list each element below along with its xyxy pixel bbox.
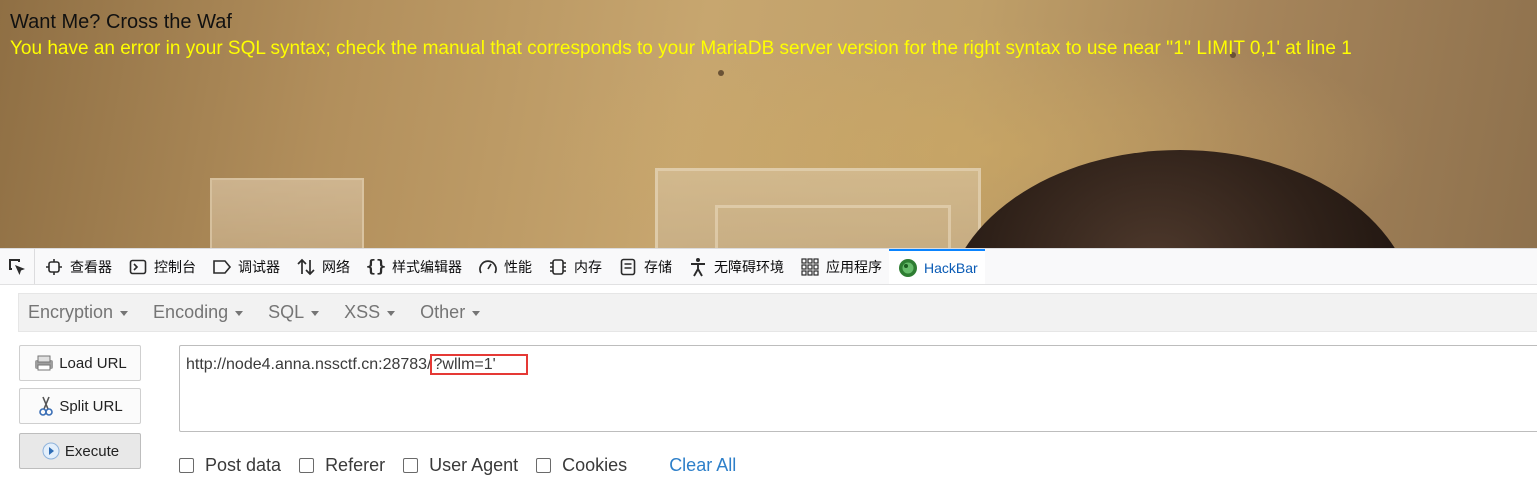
tab-debugger[interactable]: 调试器: [203, 249, 287, 284]
scissors-icon: [37, 395, 55, 417]
request-options: Post data Referer User Agent Cookies Cle…: [179, 455, 736, 476]
tab-storage[interactable]: 存储: [609, 249, 679, 284]
accessibility-icon: [688, 257, 708, 277]
menu-label: Other: [420, 302, 466, 322]
option-post-data[interactable]: Post data: [179, 455, 281, 476]
option-label: User Agent: [429, 455, 519, 475]
option-cookies[interactable]: Cookies: [536, 455, 627, 476]
play-icon: [41, 441, 61, 461]
devtools-toolbar: 查看器 控制台 调试器 网络 {} 样式编辑器 性能 内存 存储 无障碍环境 应…: [0, 248, 1537, 285]
style-editor-icon: {}: [365, 256, 387, 277]
tab-label: 内存: [574, 258, 602, 275]
tab-label: 存储: [644, 258, 672, 275]
execute-button[interactable]: Execute: [19, 433, 141, 469]
application-icon: [800, 257, 820, 277]
tab-console[interactable]: 控制台: [119, 249, 203, 284]
button-label: Execute: [64, 442, 120, 460]
element-picker-icon: [9, 258, 25, 275]
option-label: Cookies: [562, 455, 628, 475]
menu-label: XSS: [344, 302, 381, 322]
option-referer[interactable]: Referer: [299, 455, 385, 476]
tab-performance[interactable]: 性能: [469, 249, 539, 284]
cookies-checkbox[interactable]: [536, 458, 552, 473]
background-spot: [718, 70, 724, 76]
tab-label: 调试器: [238, 258, 280, 275]
url-query-highlighted: ?wllm=1': [429, 354, 528, 375]
tab-memory[interactable]: 内存: [539, 249, 609, 284]
tab-label: 控制台: [154, 258, 196, 275]
button-label: Load URL: [59, 354, 127, 372]
tab-style-editor[interactable]: {} 样式编辑器: [357, 249, 469, 284]
menu-encoding[interactable]: Encoding: [144, 302, 252, 323]
tab-label: HackBar: [924, 259, 978, 276]
page-viewport: Want Me? Cross the Waf You have an error…: [0, 0, 1537, 248]
inspector-icon: [44, 257, 64, 277]
caret-down-icon: [311, 311, 320, 316]
tab-label: 性能: [504, 258, 532, 275]
menu-label: Encoding: [153, 302, 229, 322]
hackbar-icon: [898, 258, 918, 278]
performance-icon: [478, 257, 498, 277]
tab-inspector[interactable]: 查看器: [35, 249, 119, 284]
tab-network[interactable]: 网络: [287, 249, 357, 284]
user-agent-checkbox[interactable]: [403, 458, 419, 473]
background-door-frame: [715, 205, 951, 248]
background-person-head: [945, 150, 1415, 248]
menu-xss[interactable]: XSS: [335, 302, 404, 323]
hackbar-menu-bar: Encryption Encoding SQL XSS Other: [18, 293, 1537, 332]
tab-hackbar[interactable]: HackBar: [889, 249, 985, 284]
page-title: Want Me? Cross the Waf: [10, 11, 232, 33]
referer-checkbox[interactable]: [299, 458, 315, 473]
tab-label: 应用程序: [826, 258, 882, 275]
option-user-agent[interactable]: User Agent: [403, 455, 518, 476]
hackbar-panel: Encryption Encoding SQL XSS Other Load U…: [0, 285, 1537, 486]
url-base: http://node4.anna.nssctf.cn:28783/: [186, 356, 432, 373]
menu-sql[interactable]: SQL: [259, 302, 328, 323]
menu-encryption[interactable]: Encryption: [19, 302, 137, 323]
menu-other[interactable]: Other: [411, 302, 489, 323]
storage-icon: [618, 257, 638, 277]
option-label: Post data: [205, 455, 282, 475]
memory-icon: [548, 257, 568, 277]
button-label: Split URL: [59, 397, 123, 415]
menu-label: SQL: [268, 302, 305, 322]
post-data-checkbox[interactable]: [179, 458, 194, 473]
menu-label: Encryption: [28, 302, 114, 322]
caret-down-icon: [387, 311, 396, 316]
console-icon: [128, 257, 148, 277]
caret-down-icon: [235, 311, 244, 316]
sql-error-message: You have an error in your SQL syntax; ch…: [10, 38, 1352, 59]
tab-application[interactable]: 应用程序: [791, 249, 889, 284]
url-value: http://node4.anna.nssctf.cn:28783/?wllm=…: [186, 354, 528, 375]
clear-all-link[interactable]: Clear All: [669, 455, 736, 476]
element-picker-button[interactable]: [0, 249, 35, 284]
tab-label: 样式编辑器: [392, 258, 462, 275]
tab-label: 查看器: [70, 258, 112, 275]
load-url-button[interactable]: Load URL: [19, 345, 141, 381]
tab-accessibility[interactable]: 无障碍环境: [679, 249, 791, 284]
network-icon: [296, 257, 316, 277]
caret-down-icon: [472, 311, 481, 316]
url-textarea[interactable]: http://node4.anna.nssctf.cn:28783/?wllm=…: [179, 345, 1537, 432]
tab-label: 网络: [322, 258, 350, 275]
option-label: Referer: [325, 455, 386, 475]
background-wall-panel: [210, 178, 364, 248]
load-url-icon: [33, 354, 55, 372]
tab-label: 无障碍环境: [714, 258, 784, 275]
caret-down-icon: [120, 311, 129, 316]
split-url-button[interactable]: Split URL: [19, 388, 141, 424]
debugger-icon: [212, 257, 232, 277]
